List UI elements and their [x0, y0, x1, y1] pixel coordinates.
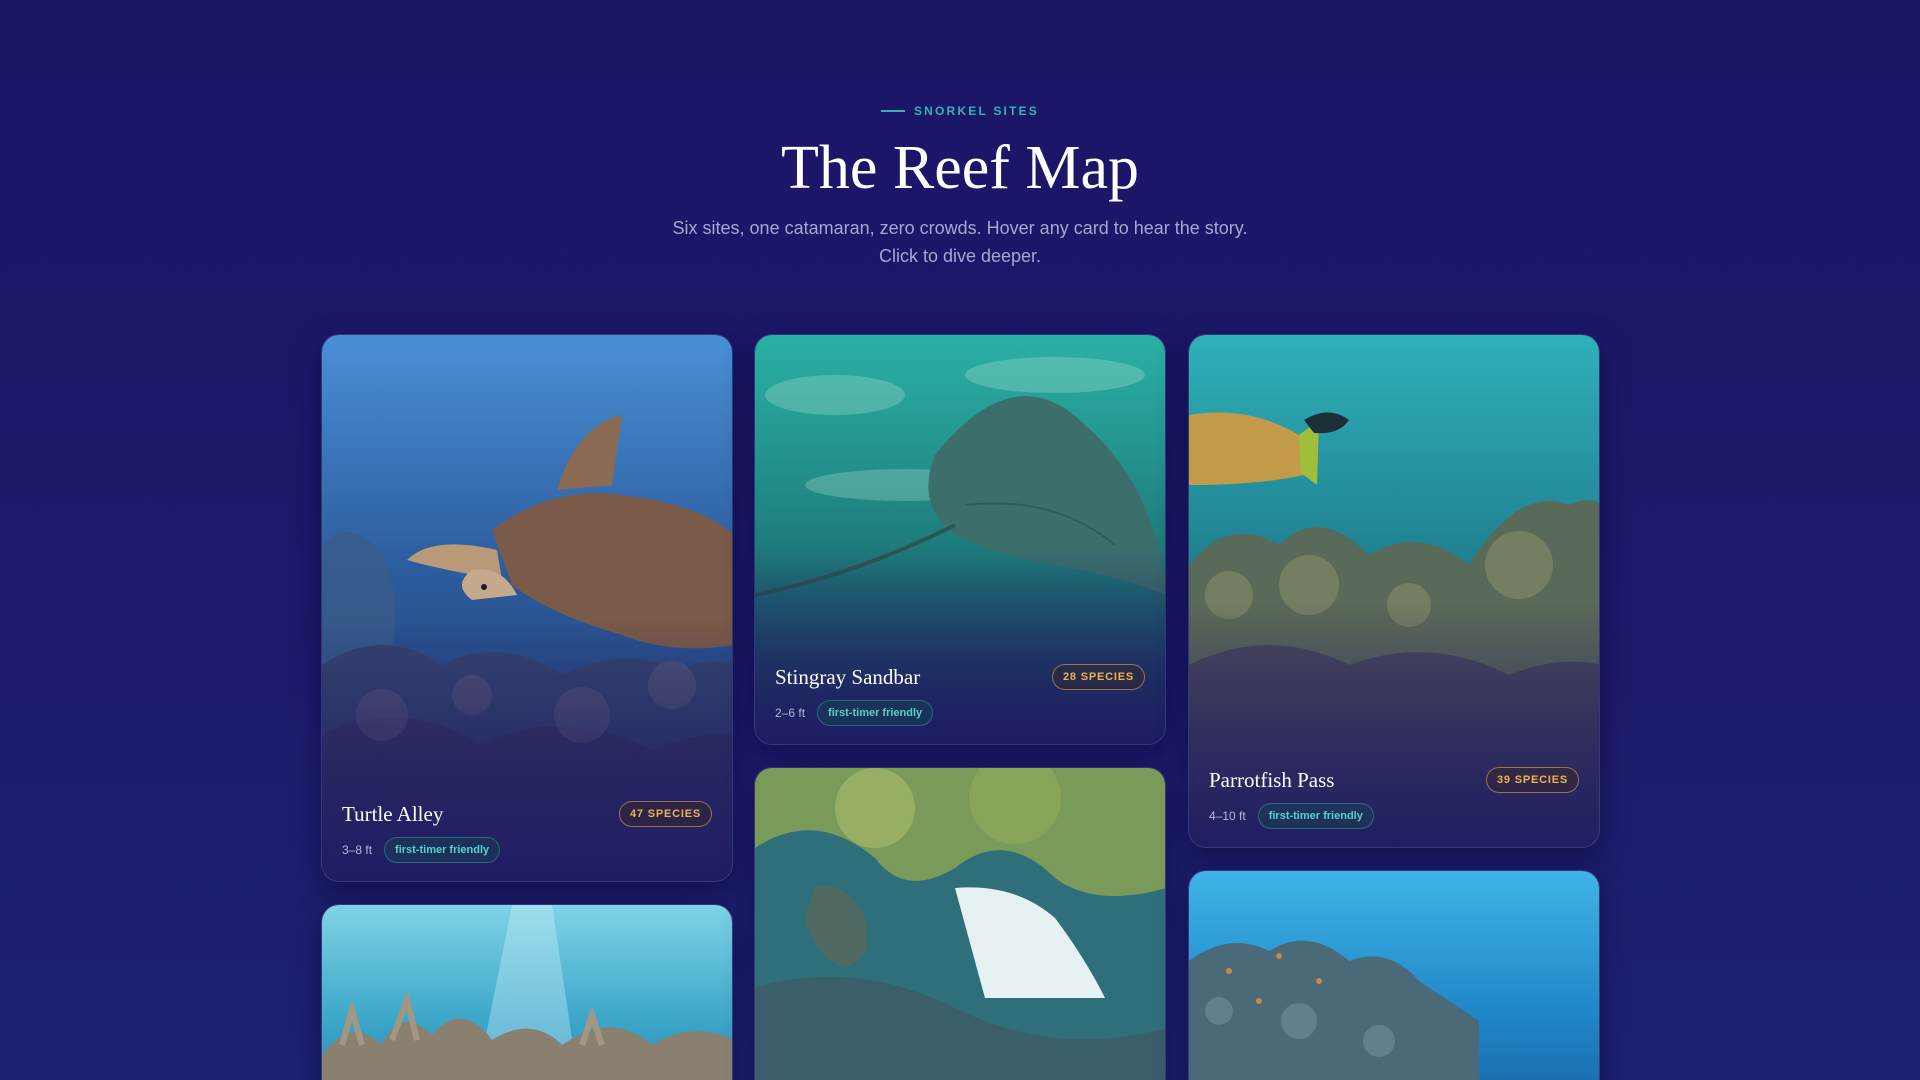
blue-reef-photo [1189, 871, 1599, 1080]
site-card-stingray-sandbar[interactable]: Stingray Sandbar 28 SPECIES 2–6 ft first… [754, 334, 1166, 745]
site-card-reef-cave[interactable] [754, 767, 1166, 1080]
species-badge: 39 SPECIES [1486, 767, 1579, 793]
subtitle-line-1: Six sites, one catamaran, zero crowds. H… [672, 218, 1248, 238]
depth-range: 3–8 ft [342, 843, 373, 857]
site-card-turtle-alley[interactable]: Turtle Alley 47 SPECIES 3–8 ft first-tim… [321, 334, 733, 882]
card-info: Turtle Alley 47 SPECIES 3–8 ft first-tim… [342, 801, 712, 863]
card-info: Stingray Sandbar 28 SPECIES 2–6 ft first… [775, 664, 1145, 726]
difficulty-tag: first-timer friendly [1257, 803, 1374, 829]
site-name: Turtle Alley [342, 801, 444, 826]
species-badge: 47 SPECIES [619, 801, 712, 827]
page-subtitle: Six sites, one catamaran, zero crowds. H… [610, 214, 1310, 270]
subtitle-line-2: Click to dive deeper. [878, 246, 1042, 266]
site-name: Stingray Sandbar [775, 664, 921, 689]
difficulty-tag: first-timer friendly [817, 700, 934, 726]
page-title: The Reef Map [780, 134, 1140, 202]
difficulty-tag: first-timer friendly [384, 837, 501, 863]
card-shade [322, 335, 732, 881]
species-badge: 28 SPECIES [1052, 664, 1145, 690]
depth-range: 2–6 ft [775, 706, 806, 720]
depth-range: 4–10 ft [1209, 809, 1246, 823]
site-name: Parrotfish Pass [1209, 767, 1335, 792]
site-card-coral-shallows[interactable] [321, 904, 733, 1080]
card-info: Parrotfish Pass 39 SPECIES 4–10 ft first… [1209, 767, 1579, 829]
coral-shallows-photo [322, 905, 732, 1080]
site-card-parrotfish-pass[interactable]: Parrotfish Pass 39 SPECIES 4–10 ft first… [1188, 334, 1600, 848]
reef-cave-photo [755, 768, 1165, 1080]
site-card-blue-reef[interactable] [1188, 870, 1600, 1080]
eyebrow-line [880, 110, 905, 112]
eyebrow-label: SNORKEL SITES [913, 104, 1040, 118]
section-eyebrow: SNORKEL SITES [0, 104, 1920, 118]
